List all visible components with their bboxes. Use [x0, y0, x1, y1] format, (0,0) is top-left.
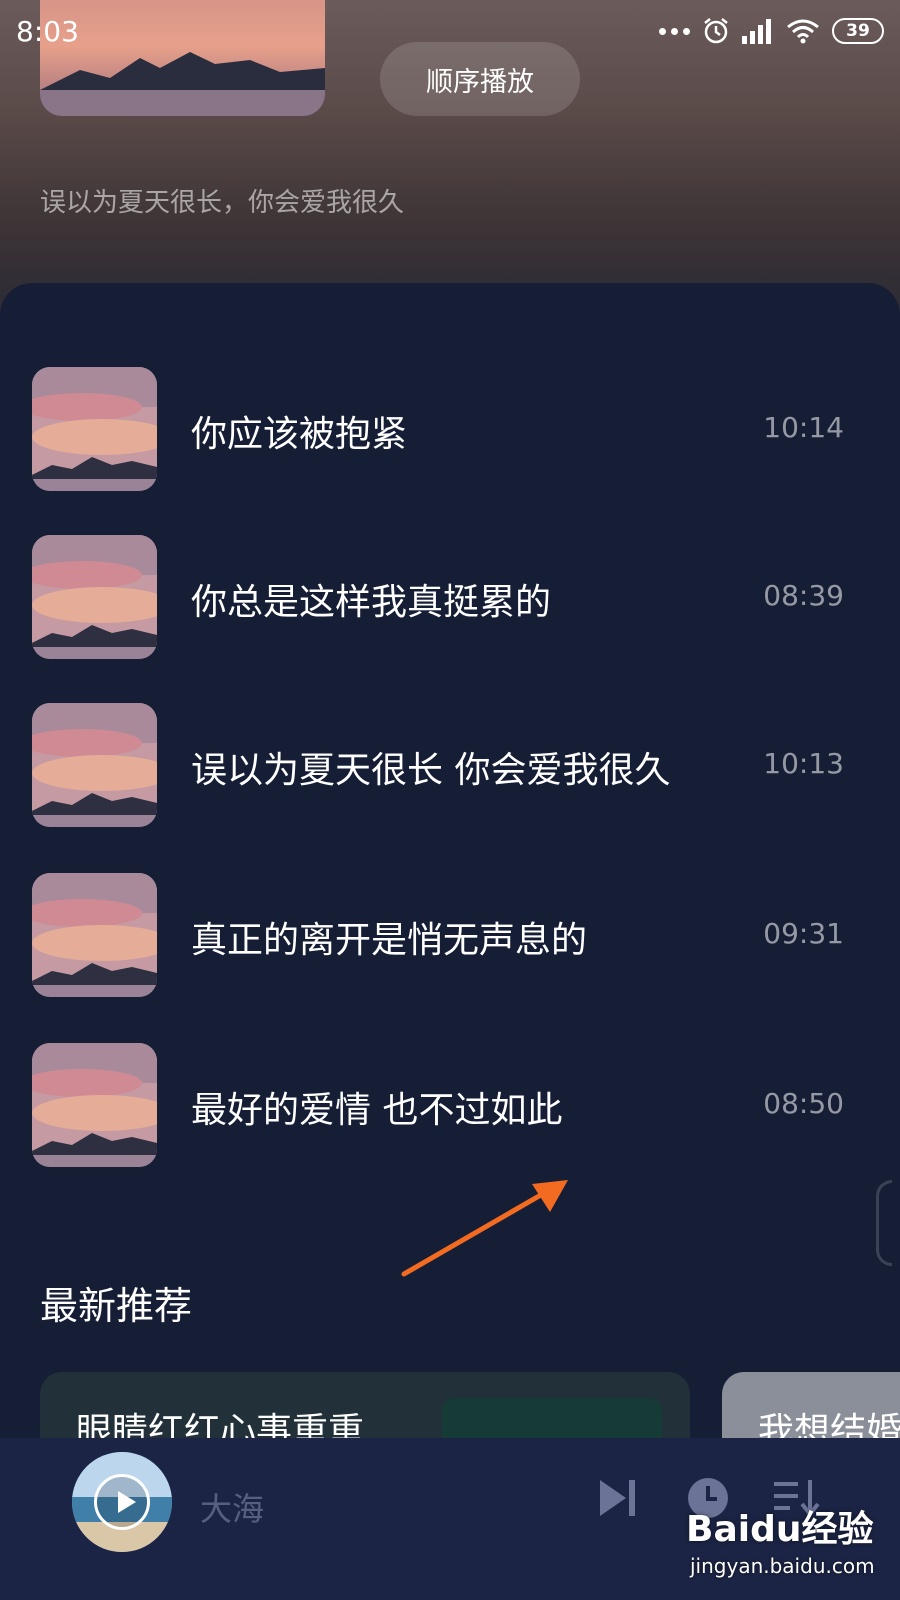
baidu-watermark: Baidu经验 jingyan.baidu.com	[686, 1500, 886, 1596]
song-row[interactable]: 你总是这样我真挺累的 08:39	[0, 535, 900, 659]
song-title: 真正的离开是悄无声息的	[191, 920, 588, 961]
song-row[interactable]: 你应该被抱紧 10:14	[0, 367, 900, 491]
sequential-play-button[interactable]: 顺序播放	[380, 42, 580, 116]
battery-icon: 39	[832, 18, 884, 44]
playlist-subtitle: 误以为夏天很长，你会爱我很久	[40, 188, 405, 218]
alarm-icon	[704, 18, 728, 44]
recommend-section-title: 最新推荐	[40, 1284, 193, 1328]
wifi-icon	[787, 19, 819, 44]
status-time: 8:03	[16, 14, 79, 48]
signal-icon	[742, 19, 771, 44]
player-cover[interactable]	[72, 1452, 172, 1552]
player-song-title: 大海	[200, 1490, 265, 1528]
scroll-handle[interactable]	[876, 1180, 892, 1266]
song-duration: 08:50	[763, 1087, 844, 1120]
song-duration: 10:14	[763, 411, 844, 444]
song-row[interactable]: 最好的爱情 也不过如此 08:50	[0, 1043, 900, 1167]
song-cover	[32, 367, 157, 491]
song-title: 你总是这样我真挺累的	[191, 582, 552, 623]
more-dots-icon	[659, 27, 690, 35]
watermark-url: jingyan.baidu.com	[690, 1554, 875, 1578]
play-icon[interactable]	[94, 1474, 150, 1530]
song-duration: 10:13	[763, 747, 844, 780]
song-row[interactable]: 真正的离开是悄无声息的 09:31	[0, 873, 900, 997]
song-cover	[32, 1043, 157, 1167]
song-title: 你应该被抱紧	[191, 414, 408, 455]
song-title: 误以为夏天很长 你会爱我很久	[191, 750, 671, 791]
song-row[interactable]: 误以为夏天很长 你会爱我很久 10:13	[0, 703, 900, 827]
song-duration: 09:31	[763, 917, 844, 950]
song-duration: 08:39	[763, 579, 844, 612]
watermark-logo: Baidu经验	[686, 1509, 874, 1550]
annotation-arrow-icon	[401, 1180, 568, 1277]
song-title: 最好的爱情 也不过如此	[191, 1090, 563, 1131]
song-cover	[32, 703, 157, 827]
song-cover	[32, 873, 157, 997]
song-cover	[32, 535, 157, 659]
next-track-icon[interactable]	[598, 1476, 640, 1520]
